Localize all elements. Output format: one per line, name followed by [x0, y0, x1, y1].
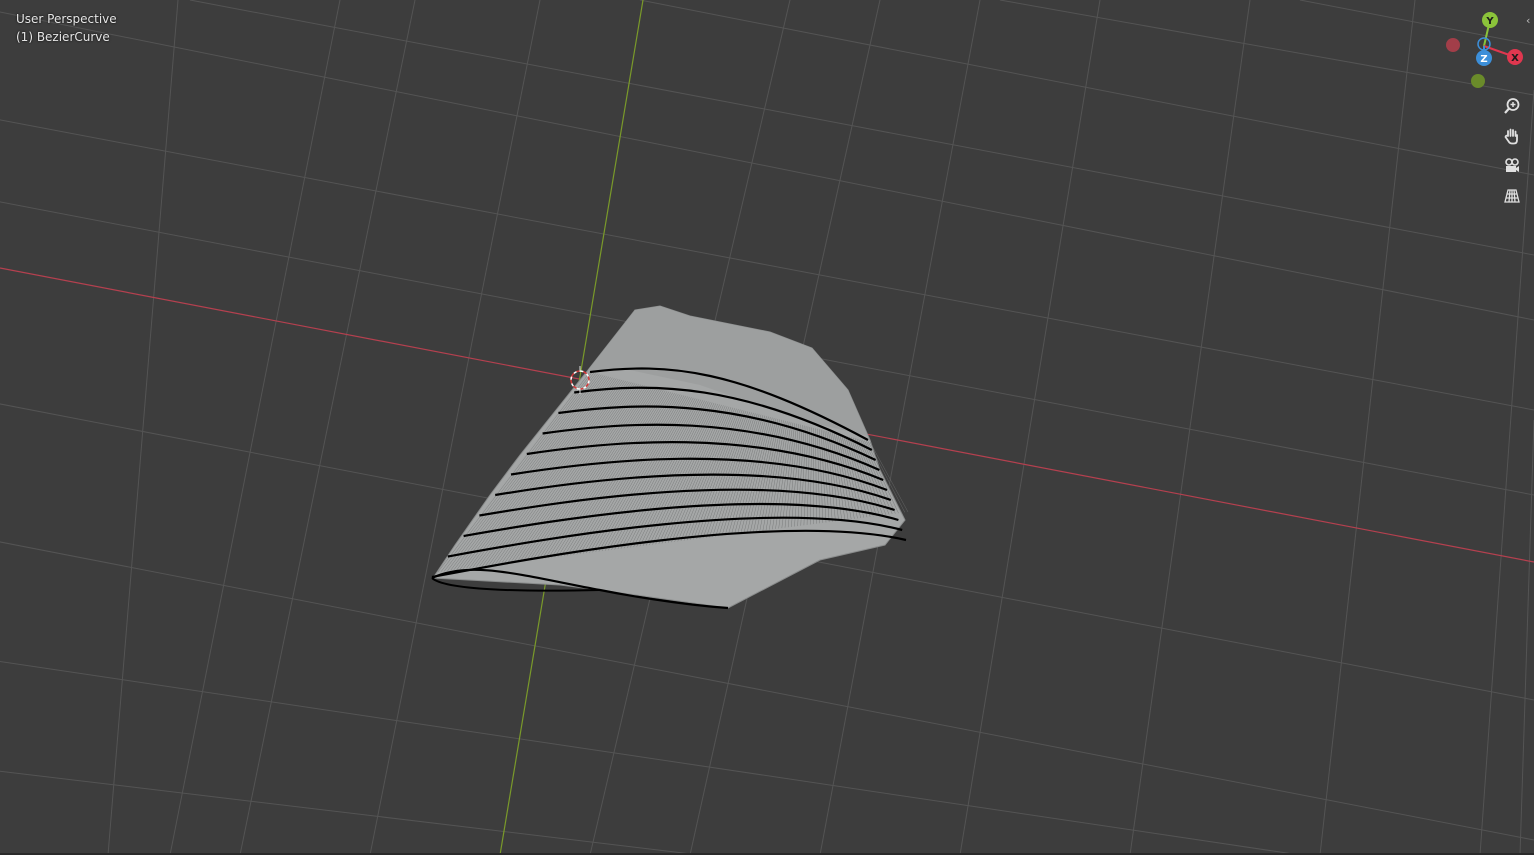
navigation-gizmo[interactable]: Y Z X [1436, 8, 1534, 98]
grid-line [1519, 419, 1534, 855]
grid-line [0, 660, 1301, 855]
view-name: User Perspective [16, 12, 117, 26]
grid-line [0, 11, 1534, 321]
3d-viewport[interactable] [0, 0, 1534, 855]
scene-canvas[interactable] [0, 0, 1534, 855]
camera-icon [1505, 158, 1519, 172]
zoom-in-icon [1504, 98, 1520, 114]
y-axis-handle[interactable]: Y [1482, 12, 1498, 28]
grid-line [639, 0, 1534, 176]
grid-icon [1504, 189, 1520, 203]
camera-view-button[interactable] [1498, 152, 1526, 180]
svg-text:Y: Y [1485, 16, 1494, 27]
grid-line [107, 0, 179, 855]
object-label: (1) BezierCurve [16, 30, 110, 44]
hand-icon [1504, 128, 1518, 145]
negative-x-handle[interactable] [1446, 38, 1460, 52]
z-axis-handle[interactable]: Z [1476, 50, 1492, 66]
grid-line [959, 0, 1101, 855]
grid-line [369, 0, 541, 855]
pan-button[interactable] [1498, 122, 1526, 150]
x-axis-handle[interactable]: X [1507, 49, 1523, 65]
grid-line [239, 0, 416, 855]
grid-line [169, 0, 341, 855]
svg-text:Z: Z [1480, 54, 1487, 65]
svg-text:X: X [1511, 53, 1519, 64]
zoom-button[interactable] [1498, 92, 1526, 120]
grid-line [1129, 0, 1251, 855]
perspective-toggle-button[interactable] [1498, 182, 1526, 210]
negative-y-handle[interactable] [1471, 74, 1485, 88]
grid-line [1319, 0, 1416, 855]
grid-line [0, 770, 701, 855]
viewport-info: User Perspective (1) BezierCurve [16, 10, 117, 46]
grid-line [189, 0, 1534, 256]
